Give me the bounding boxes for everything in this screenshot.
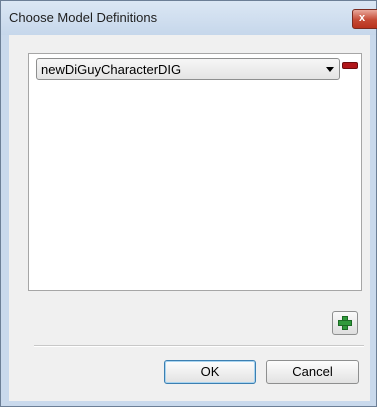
- close-button[interactable]: x: [352, 9, 377, 29]
- remove-model-button[interactable]: [343, 63, 357, 68]
- model-definition-dropdown[interactable]: newDiGuyCharacterDIG: [36, 58, 340, 80]
- add-model-button[interactable]: [332, 311, 358, 335]
- close-icon: x: [359, 12, 366, 24]
- chevron-down-icon: [326, 67, 334, 72]
- cancel-button[interactable]: Cancel: [266, 360, 359, 384]
- plus-icon-horizontal: [339, 321, 351, 325]
- ok-button[interactable]: OK: [164, 360, 256, 384]
- model-definitions-list: [28, 53, 362, 291]
- window-title: Choose Model Definitions: [9, 10, 158, 25]
- dropdown-selected-value: newDiGuyCharacterDIG: [41, 62, 182, 77]
- title-bar[interactable]: Choose Model Definitions x: [1, 1, 377, 35]
- separator: [34, 345, 364, 347]
